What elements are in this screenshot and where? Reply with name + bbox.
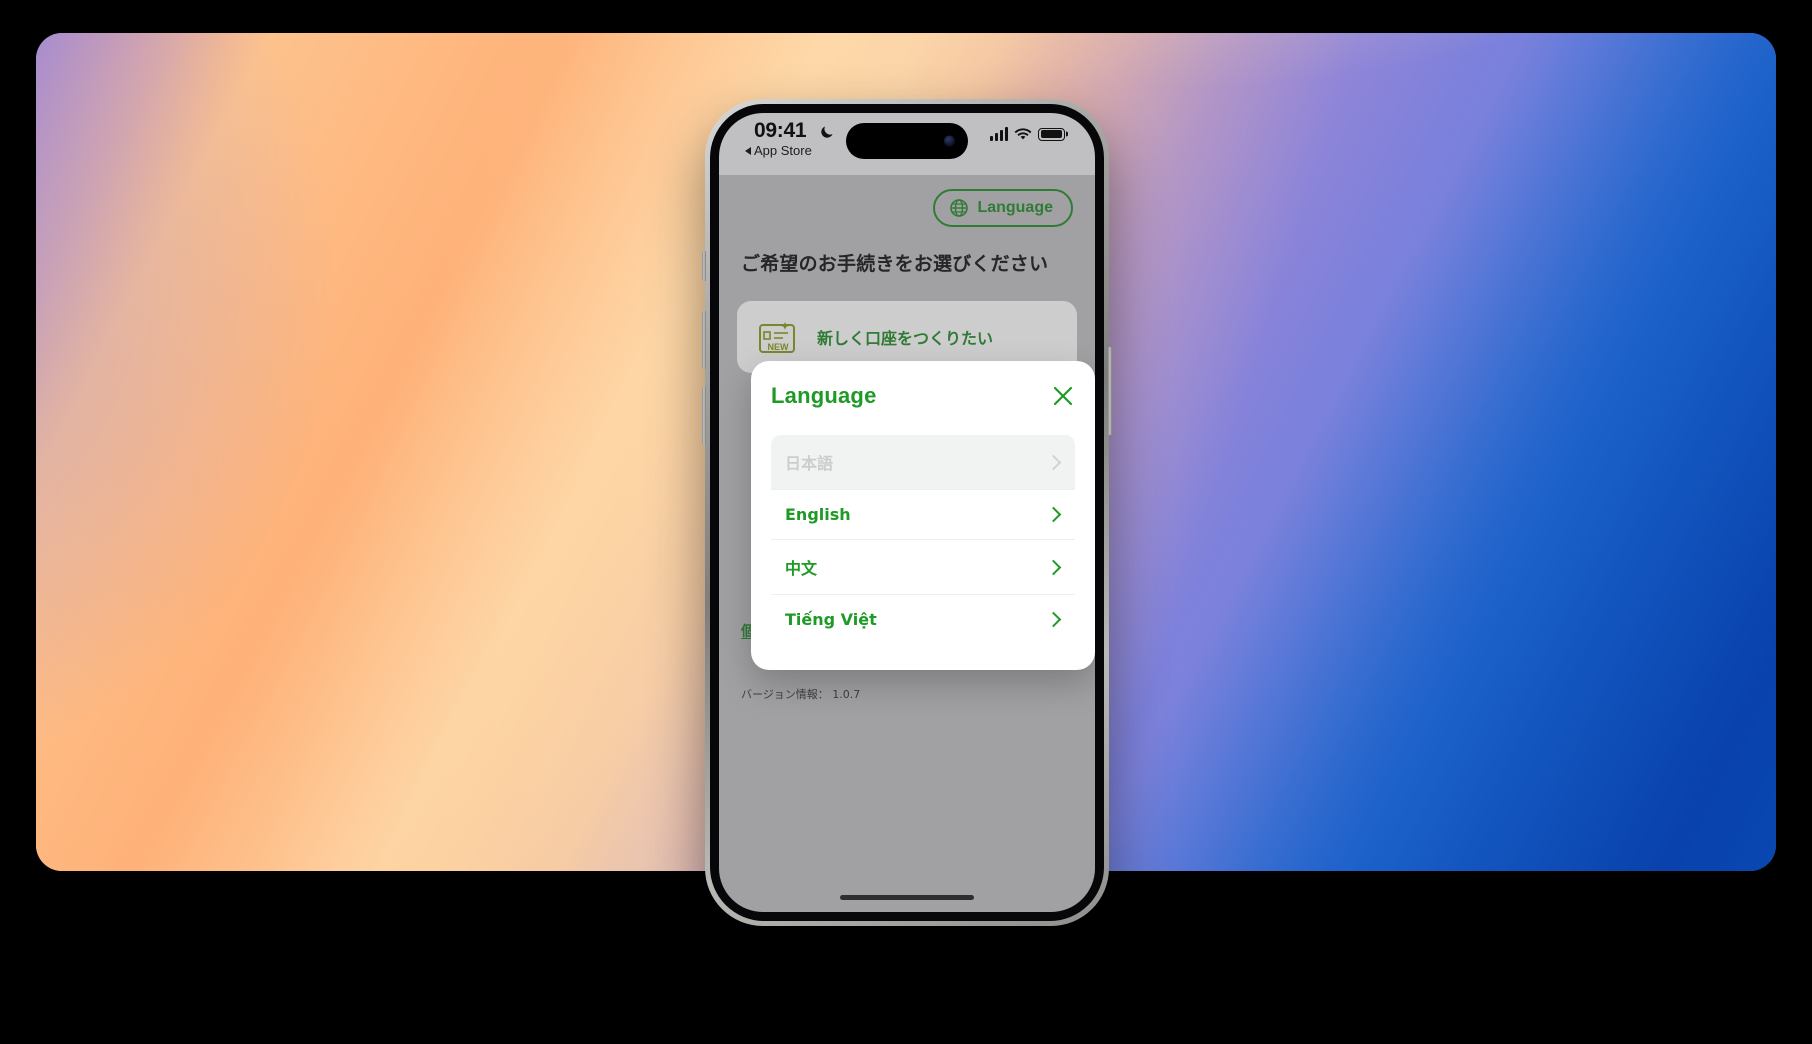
status-indicators — [990, 127, 1065, 141]
chevron-right-icon — [1045, 611, 1062, 628]
language-option-label: 日本語 — [785, 454, 834, 473]
close-icon[interactable] — [1051, 384, 1075, 408]
back-to-app-store-link[interactable]: App Store — [745, 143, 812, 158]
chevron-right-icon — [1045, 506, 1062, 523]
wifi-icon — [1014, 128, 1032, 140]
back-link-label: App Store — [754, 143, 812, 158]
power-button[interactable] — [1108, 347, 1112, 435]
back-triangle-icon — [745, 146, 751, 155]
iphone-mockup: 09:41 App Store Language ご希望のお手続きをお選びくださ… — [702, 99, 1112, 926]
language-option-vietnamese[interactable]: Tiếng Việt — [771, 595, 1075, 644]
language-option-japanese: 日本語 — [771, 435, 1075, 490]
battery-full-icon — [1038, 127, 1065, 141]
volume-down-button[interactable] — [702, 387, 706, 445]
modal-header: Language — [771, 383, 1075, 409]
language-option-english[interactable]: English — [771, 490, 1075, 540]
language-option-label: 中文 — [785, 559, 818, 578]
status-time: 09:41 — [754, 119, 807, 142]
language-option-chinese[interactable]: 中文 — [771, 540, 1075, 595]
signal-bars-icon — [990, 127, 1008, 141]
chevron-right-icon — [1045, 559, 1062, 575]
silent-switch-button[interactable] — [702, 251, 706, 281]
language-modal: Language 日本語 English 中文 Tiếng Việt — [751, 361, 1095, 670]
status-bar: 09:41 App Store — [719, 113, 1095, 175]
language-option-label: English — [785, 505, 851, 524]
language-list: 日本語 English 中文 Tiếng Việt — [771, 435, 1075, 644]
phone-frame: 09:41 App Store Language ご希望のお手続きをお選びくださ… — [702, 99, 1112, 926]
moon-icon — [821, 126, 833, 138]
battery-fill — [1040, 130, 1063, 138]
front-camera-icon — [944, 135, 955, 147]
dynamic-island — [846, 123, 968, 159]
modal-title: Language — [771, 383, 877, 408]
chevron-right-icon — [1045, 454, 1062, 470]
language-option-label: Tiếng Việt — [785, 610, 877, 629]
phone-screen: 09:41 App Store Language ご希望のお手続きをお選びくださ… — [719, 113, 1095, 912]
volume-up-button[interactable] — [702, 311, 706, 369]
